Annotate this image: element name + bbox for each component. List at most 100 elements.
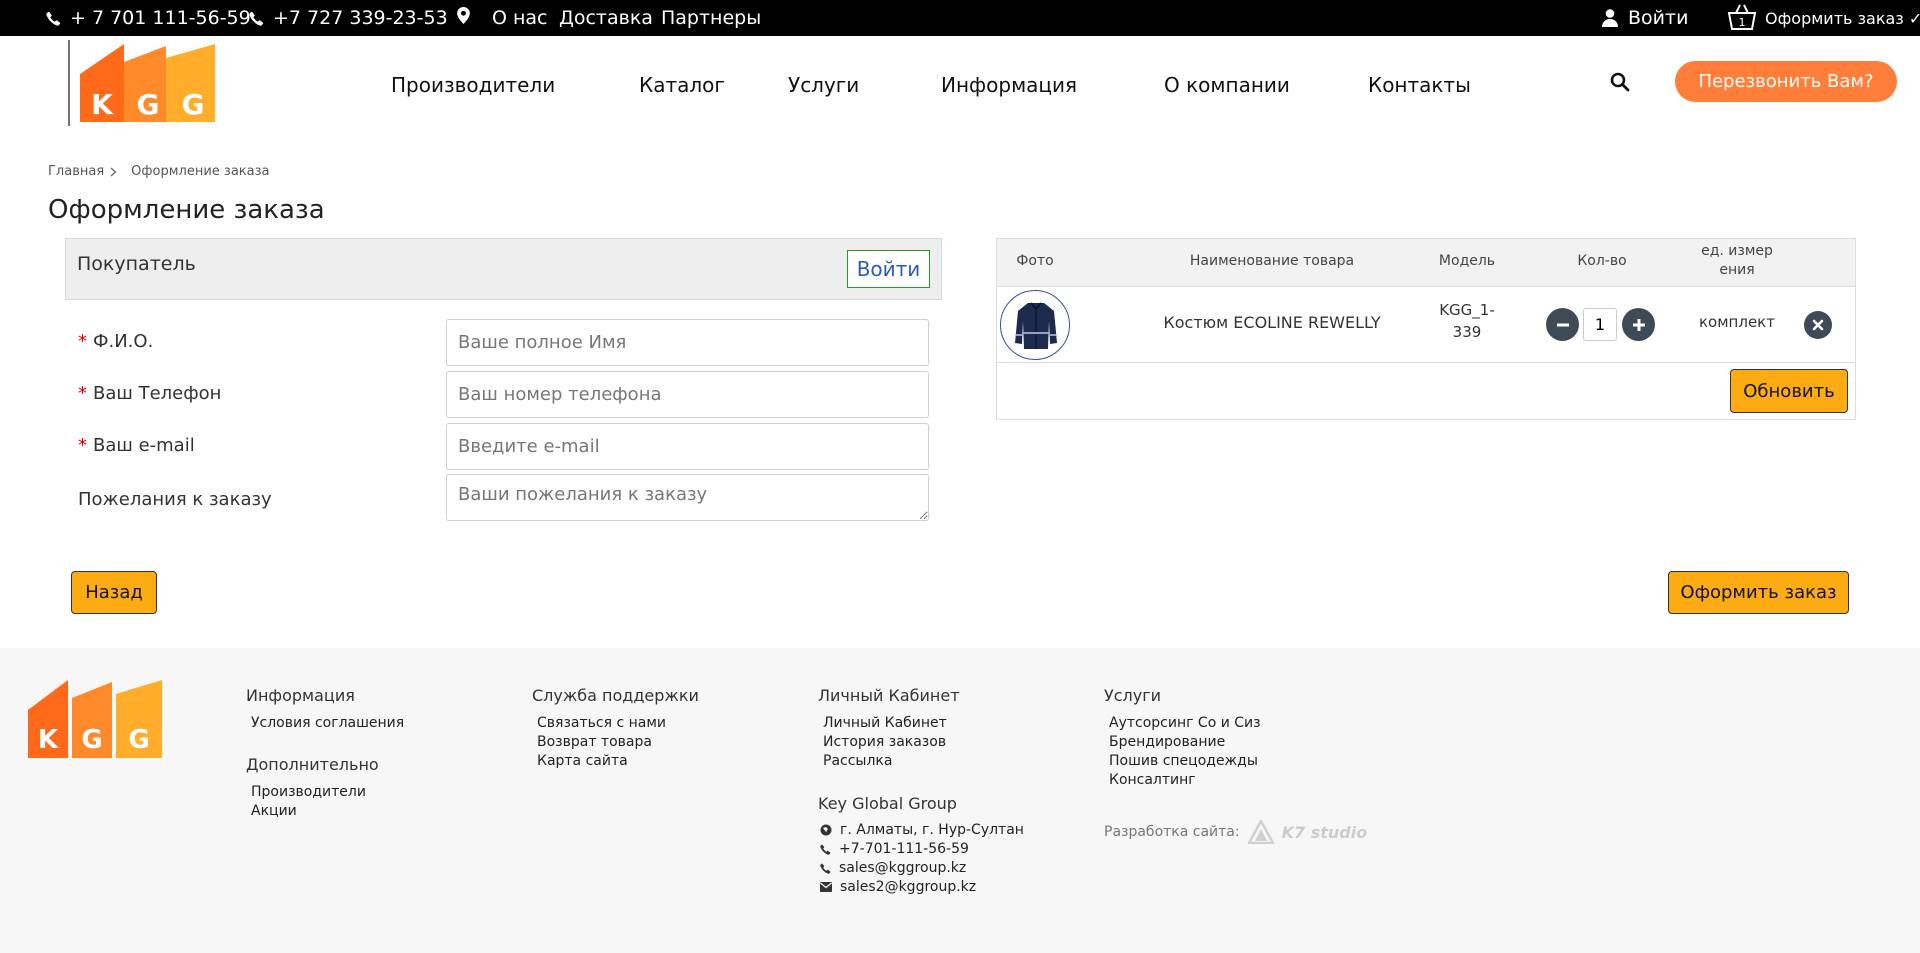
developer-credit: Разработка сайта: K7 studio — [1104, 820, 1367, 844]
product-name[interactable]: Костюм ECOLINE REWELLY — [1117, 313, 1427, 332]
footer-link-manufacturers[interactable]: Производители — [251, 784, 366, 800]
nav-contacts[interactable]: Контакты — [1368, 73, 1471, 97]
footer-link-account[interactable]: Личный Кабинет — [823, 715, 947, 731]
phone-icon — [820, 844, 831, 855]
footer-link-order-history[interactable]: История заказов — [823, 734, 946, 750]
table-row: Костюм ECOLINE REWELLY KGG_1- 339 компле… — [997, 287, 1855, 363]
page-title: Оформление заказа — [48, 195, 325, 225]
footer-phone[interactable]: +7-701-111-56-59 — [820, 841, 969, 857]
footer-support-title: Служба поддержки — [532, 686, 699, 705]
breadcrumb-home[interactable]: Главная — [48, 164, 104, 179]
footer-link-newsletter[interactable]: Рассылка — [823, 753, 892, 769]
product-unit: комплект — [1699, 313, 1775, 331]
close-icon — [1812, 319, 1824, 331]
nav-information[interactable]: Информация — [941, 73, 1077, 97]
qty-decrease-button[interactable] — [1546, 308, 1579, 341]
topbar-link-delivery[interactable]: Доставка — [559, 7, 653, 29]
svg-text:G: G — [81, 725, 102, 755]
nav-about-company[interactable]: О компании — [1164, 73, 1290, 97]
required-marker: * — [78, 383, 87, 404]
footer-address: г. Алматы, г. Нур-Султан — [820, 822, 1024, 838]
phone-icon — [820, 863, 831, 874]
buyer-login-button[interactable]: Войти — [847, 250, 930, 288]
phone-icon — [249, 11, 264, 26]
footer-email-2[interactable]: sales2@kggroup.kz — [820, 879, 976, 895]
topbar-link-about[interactable]: О нас — [492, 7, 548, 29]
col-model: Модель — [1438, 253, 1496, 269]
phone-link-2[interactable]: +7 727 339-23-53 — [249, 7, 448, 29]
footer-link-contact-us[interactable]: Связаться с нами — [537, 715, 666, 731]
nav-manufacturers[interactable]: Производители — [391, 73, 555, 97]
svg-text:G: G — [137, 88, 160, 121]
product-model-line1: KGG_1- — [1439, 301, 1495, 319]
required-marker: * — [78, 435, 87, 456]
envelope-icon — [820, 882, 832, 892]
update-cart-button[interactable]: Обновить — [1730, 369, 1848, 413]
svg-text:K: K — [91, 88, 114, 121]
name-input[interactable] — [446, 319, 929, 366]
remove-item-button[interactable] — [1804, 311, 1832, 339]
col-qty: Кол-во — [1577, 253, 1627, 269]
phone-input[interactable] — [446, 371, 929, 418]
globe-icon — [820, 824, 832, 836]
product-model-line2: 339 — [1452, 323, 1482, 341]
required-marker: * — [78, 331, 87, 352]
footer-services-title: Услуги — [1104, 686, 1162, 705]
developer-label: Разработка сайта: — [1104, 824, 1240, 840]
buyer-title: Покупатель — [77, 253, 196, 275]
checkmark-icon: ✓ — [1908, 9, 1920, 28]
minus-icon — [1556, 323, 1569, 326]
footer-link-branding[interactable]: Брендирование — [1109, 734, 1225, 750]
col-photo: Фото — [1016, 253, 1054, 269]
footer-logo[interactable]: K G G — [28, 678, 164, 764]
col-unit-line1: ед. измер — [1701, 243, 1773, 259]
phone-2-text: +7 727 339-23-53 — [273, 7, 448, 29]
comment-textarea[interactable] — [446, 474, 929, 521]
topbar-link-partners[interactable]: Партнеры — [661, 7, 761, 29]
k7-studio-logo-icon[interactable] — [1247, 820, 1274, 844]
cart-table-header: Фото Наименование товара Модель Кол-во е… — [997, 239, 1855, 287]
footer-email-1[interactable]: sales@kggroup.kz — [820, 860, 966, 876]
phone-icon — [46, 11, 61, 26]
place-order-button[interactable]: Оформить заказ — [1668, 571, 1849, 614]
footer-link-sitemap[interactable]: Карта сайта — [537, 753, 628, 769]
svg-text:K: K — [38, 725, 59, 755]
phone-link-1[interactable]: + 7 701 111-56-59 — [46, 7, 251, 29]
footer-info-title: Информация — [246, 686, 355, 705]
callback-button[interactable]: Перезвонить Вам? — [1675, 61, 1897, 102]
qty-increase-button[interactable] — [1622, 308, 1655, 341]
topbar-login[interactable]: Войти — [1602, 7, 1688, 29]
topbar-checkout-text: Оформить заказ — [1765, 9, 1904, 28]
nav-catalog[interactable]: Каталог — [639, 73, 725, 97]
cart-table: Фото Наименование товара Модель Кол-во е… — [996, 238, 1856, 420]
phone-label: * Ваш Телефон — [78, 383, 222, 404]
footer-link-consulting[interactable]: Консалтинг — [1109, 772, 1196, 788]
col-name: Наименование товара — [1189, 253, 1355, 269]
site-logo[interactable]: K G G — [68, 40, 218, 130]
breadcrumb-current: Оформление заказа — [131, 164, 270, 179]
email-input[interactable] — [446, 423, 929, 470]
cart-icon[interactable]: 1 — [1727, 3, 1757, 31]
footer-company-title: Key Global Group — [818, 794, 957, 813]
footer-link-terms[interactable]: Условия соглашения — [251, 715, 404, 731]
footer-link-returns[interactable]: Возврат товара — [537, 734, 652, 750]
footer-extra-title: Дополнительно — [246, 755, 379, 774]
map-marker-icon[interactable] — [457, 7, 470, 24]
footer-link-tailoring[interactable]: Пошив спецодежды — [1109, 753, 1258, 769]
search-icon[interactable] — [1610, 72, 1632, 94]
comment-label: Пожелания к заказу — [78, 489, 272, 510]
back-button[interactable]: Назад — [71, 571, 157, 614]
footer-link-promos[interactable]: Акции — [251, 803, 297, 819]
topbar-checkout[interactable]: Оформить заказ ✓ — [1765, 9, 1920, 28]
product-photo[interactable] — [1000, 290, 1070, 360]
footer-link-outsourcing[interactable]: Аутсорсинг Со и Сиз — [1109, 715, 1261, 731]
col-unit-line2: ения — [1719, 262, 1755, 278]
breadcrumb: Главная Оформление заказа — [48, 164, 269, 179]
developer-name[interactable]: K7 studio — [1282, 823, 1368, 842]
qty-input[interactable] — [1583, 308, 1617, 341]
chevron-right-icon — [110, 167, 117, 176]
svg-text:G: G — [182, 88, 205, 121]
plus-icon — [1632, 318, 1645, 331]
user-icon — [1602, 9, 1618, 27]
nav-services[interactable]: Услуги — [788, 73, 859, 97]
